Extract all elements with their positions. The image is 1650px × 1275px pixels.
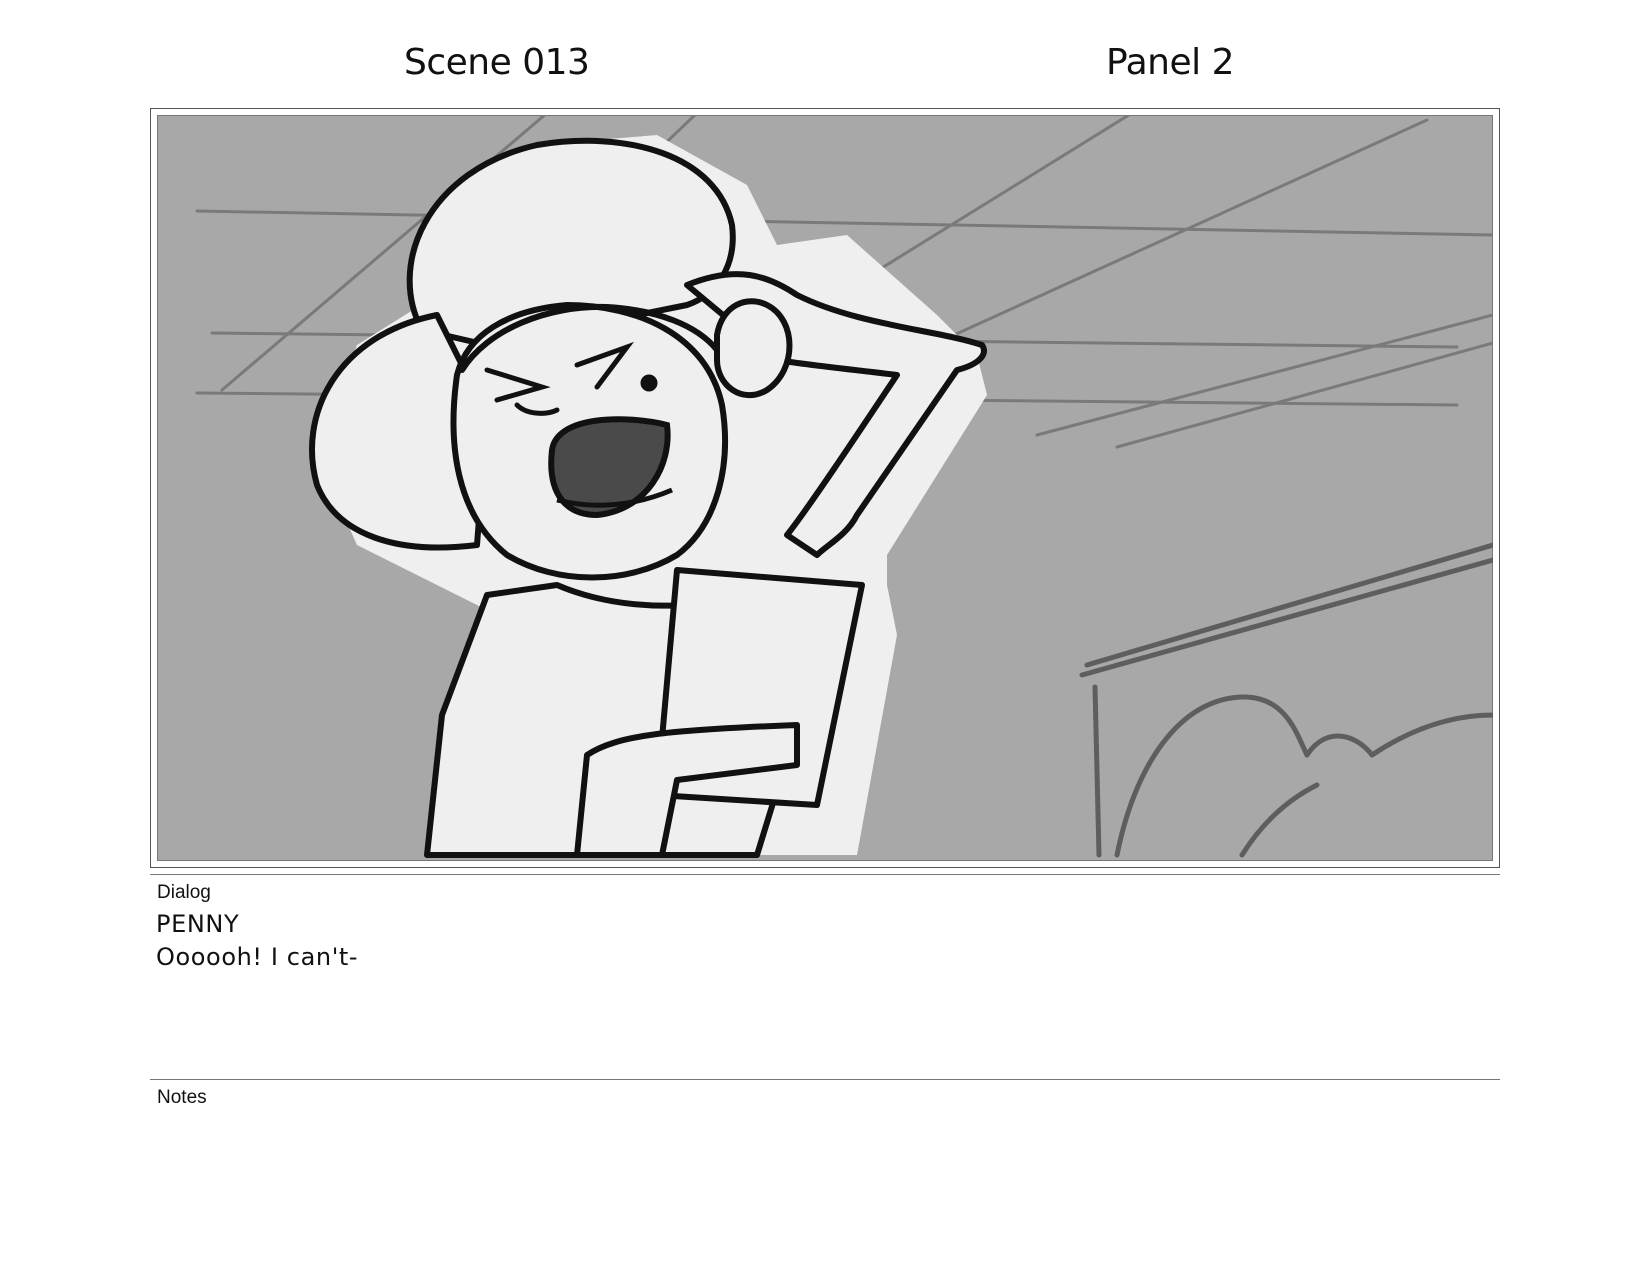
storyboard-panel-frame xyxy=(150,108,1500,868)
dialog-label: Dialog xyxy=(157,882,211,903)
dialog-divider xyxy=(150,874,1500,875)
notes-divider xyxy=(150,1079,1500,1080)
notes-label: Notes xyxy=(157,1087,207,1108)
dialog-line: Oooooh! I can't- xyxy=(156,943,359,971)
panel-number: Panel 2 xyxy=(1106,42,1234,83)
storyboard-sketch-image xyxy=(157,115,1493,861)
scene-number: Scene 013 xyxy=(404,42,590,83)
dialog-character-name: PENNY xyxy=(156,910,240,938)
